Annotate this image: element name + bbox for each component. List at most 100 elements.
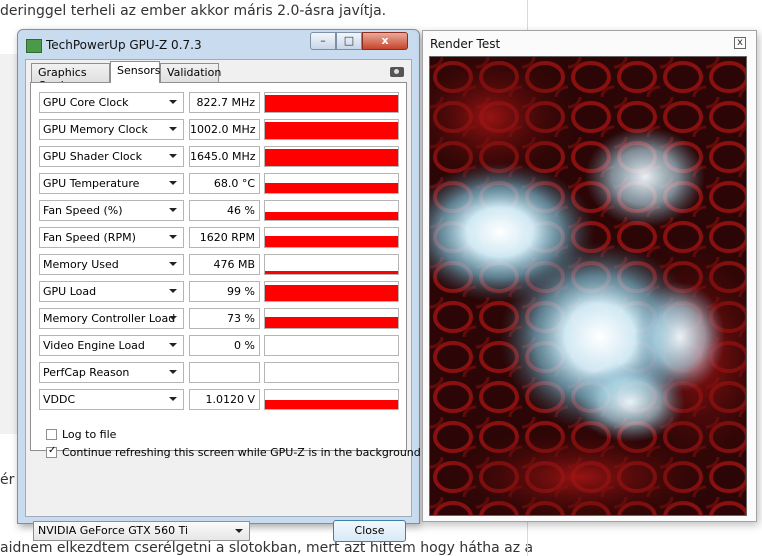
sensor-graph [264, 146, 399, 167]
sensor-graph-fill [265, 236, 398, 247]
sensor-value: 1002.0 MHz [189, 119, 260, 140]
chevron-down-icon [169, 154, 177, 158]
sensor-graph-fill [265, 400, 398, 409]
gpu-select-dropdown[interactable]: NVIDIA GeForce GTX 560 Ti [33, 521, 250, 541]
sensor-name-label: GPU Shader Clock [43, 150, 143, 163]
sensor-name-dropdown[interactable]: Fan Speed (%) [39, 200, 184, 221]
sensor-name-label: GPU Core Clock [43, 96, 129, 109]
sensor-row: GPU Memory Clock 1002.0 MHz [39, 119, 399, 140]
sensor-graph [264, 227, 399, 248]
sensor-value: 0 % [189, 335, 260, 356]
sensor-name-dropdown[interactable]: PerfCap Reason [39, 362, 184, 383]
sensor-name-dropdown[interactable]: Fan Speed (RPM) [39, 227, 184, 248]
sensor-graph-fill [265, 149, 398, 166]
sensor-name-dropdown[interactable]: Memory Used [39, 254, 184, 275]
sensor-graph-fill [265, 95, 398, 112]
sensor-name-dropdown[interactable]: GPU Temperature [39, 173, 184, 194]
gpuz-client-area: Graphics Card Sensors Validation GPU Cor… [25, 59, 421, 542]
sensor-row: PerfCap Reason [39, 362, 399, 383]
gpuz-window: TechPowerUp GPU-Z 0.7.3 – □ x Graphics C… [17, 29, 421, 542]
chevron-down-icon [169, 289, 177, 293]
gpuz-app-icon [26, 39, 42, 53]
sensor-name-label: Fan Speed (%) [43, 204, 123, 217]
chevron-down-icon [169, 100, 177, 104]
chevron-down-icon [169, 127, 177, 131]
sensor-row: Fan Speed (%) 46 % [39, 200, 399, 221]
sensor-graph [264, 335, 399, 356]
screenshot-camera-icon[interactable] [390, 67, 404, 77]
sensors-panel: GPU Core Clock 822.7 MHz GPU Memory Clock 1… [30, 82, 421, 459]
sensor-graph-fill [265, 183, 398, 193]
chevron-down-icon [169, 370, 177, 374]
chevron-down-icon [169, 208, 177, 212]
render-test-canvas [429, 56, 747, 516]
log-to-file-label: Log to file [62, 428, 117, 441]
continue-refreshing-label: Continue refreshing this screen while GP… [62, 446, 421, 459]
sensor-name-label: GPU Temperature [43, 177, 140, 190]
sensor-graph [264, 362, 399, 383]
sensor-value: 73 % [189, 308, 260, 329]
sensor-graph-fill [265, 317, 398, 328]
sensor-graph [264, 389, 399, 410]
sensor-name-dropdown[interactable]: GPU Shader Clock [39, 146, 184, 167]
tab-graphics-card[interactable]: Graphics Card [31, 63, 110, 92]
sensor-graph-fill [265, 122, 398, 139]
chevron-down-icon [169, 316, 177, 320]
sensor-row: VDDC 1.0120 V [39, 389, 399, 410]
minimize-icon: – [320, 34, 326, 47]
sensor-name-dropdown[interactable]: GPU Core Clock [39, 92, 184, 113]
close-button[interactable]: Close [333, 520, 406, 542]
sensor-name-label: PerfCap Reason [43, 366, 130, 379]
chevron-down-icon [235, 529, 243, 533]
tab-sensors[interactable]: Sensors [110, 61, 160, 83]
sensor-name-label: GPU Memory Clock [43, 123, 148, 136]
sensor-name-dropdown[interactable]: GPU Load [39, 281, 184, 302]
sensor-name-dropdown[interactable]: GPU Memory Clock [39, 119, 184, 140]
sensor-name-label: Fan Speed (RPM) [43, 231, 136, 244]
sensor-value: 1.0120 V [189, 389, 260, 410]
render-artwork [430, 57, 746, 515]
sensor-graph [264, 254, 399, 275]
sensor-graph [264, 173, 399, 194]
render-close-button[interactable]: x [734, 37, 746, 49]
gpuz-titlebar[interactable]: TechPowerUp GPU-Z 0.7.3 – □ x [18, 30, 419, 58]
chevron-down-icon [169, 343, 177, 347]
article-text-line: aidnem elkezdtem cserélgetni a slotokban… [0, 540, 534, 556]
sensor-value: 1645.0 MHz [189, 146, 260, 167]
sensor-graph [264, 281, 399, 302]
sensor-graph-fill [265, 285, 398, 301]
minimize-button[interactable]: – [310, 32, 336, 50]
sensor-row: GPU Temperature 68.0 °C [39, 173, 399, 194]
sensor-value: 1620 RPM [189, 227, 260, 248]
article-text-line: deringgel terheli az ember akkor máris 2… [0, 3, 387, 19]
sensor-name-label: Memory Controller Load [43, 312, 176, 325]
close-window-button[interactable]: x [362, 32, 408, 50]
log-to-file-checkbox[interactable] [46, 429, 57, 440]
sensor-name-dropdown[interactable]: Memory Controller Load [39, 308, 184, 329]
maximize-icon: □ [343, 34, 355, 47]
sensor-graph [264, 92, 399, 113]
sensor-graph [264, 119, 399, 140]
sensor-row: Fan Speed (RPM) 1620 RPM [39, 227, 399, 248]
render-test-window: Render Test x [422, 30, 757, 522]
sensor-value: 68.0 °C [189, 173, 260, 194]
gpu-select-value: NVIDIA GeForce GTX 560 Ti [38, 524, 189, 537]
sensor-value [189, 362, 260, 383]
maximize-button[interactable]: □ [336, 32, 362, 50]
sensor-value: 476 MB [189, 254, 260, 275]
sensor-row: Memory Used 476 MB [39, 254, 399, 275]
sensor-name-label: Memory Used [43, 258, 119, 271]
sensor-value: 822.7 MHz [189, 92, 260, 113]
sensor-value: 46 % [189, 200, 260, 221]
close-icon: x [381, 34, 389, 47]
sensor-name-dropdown[interactable]: VDDC [39, 389, 184, 410]
sensor-name-dropdown[interactable]: Video Engine Load [39, 335, 184, 356]
sensor-value: 99 % [189, 281, 260, 302]
render-test-title: Render Test [430, 37, 501, 51]
tab-validation[interactable]: Validation [160, 63, 221, 82]
continue-refreshing-checkbox[interactable]: ✓ [46, 445, 57, 458]
chevron-down-icon [169, 397, 177, 401]
sensor-name-label: VDDC [43, 393, 76, 406]
chevron-down-icon [169, 235, 177, 239]
sensor-row: GPU Core Clock 822.7 MHz [39, 92, 399, 113]
